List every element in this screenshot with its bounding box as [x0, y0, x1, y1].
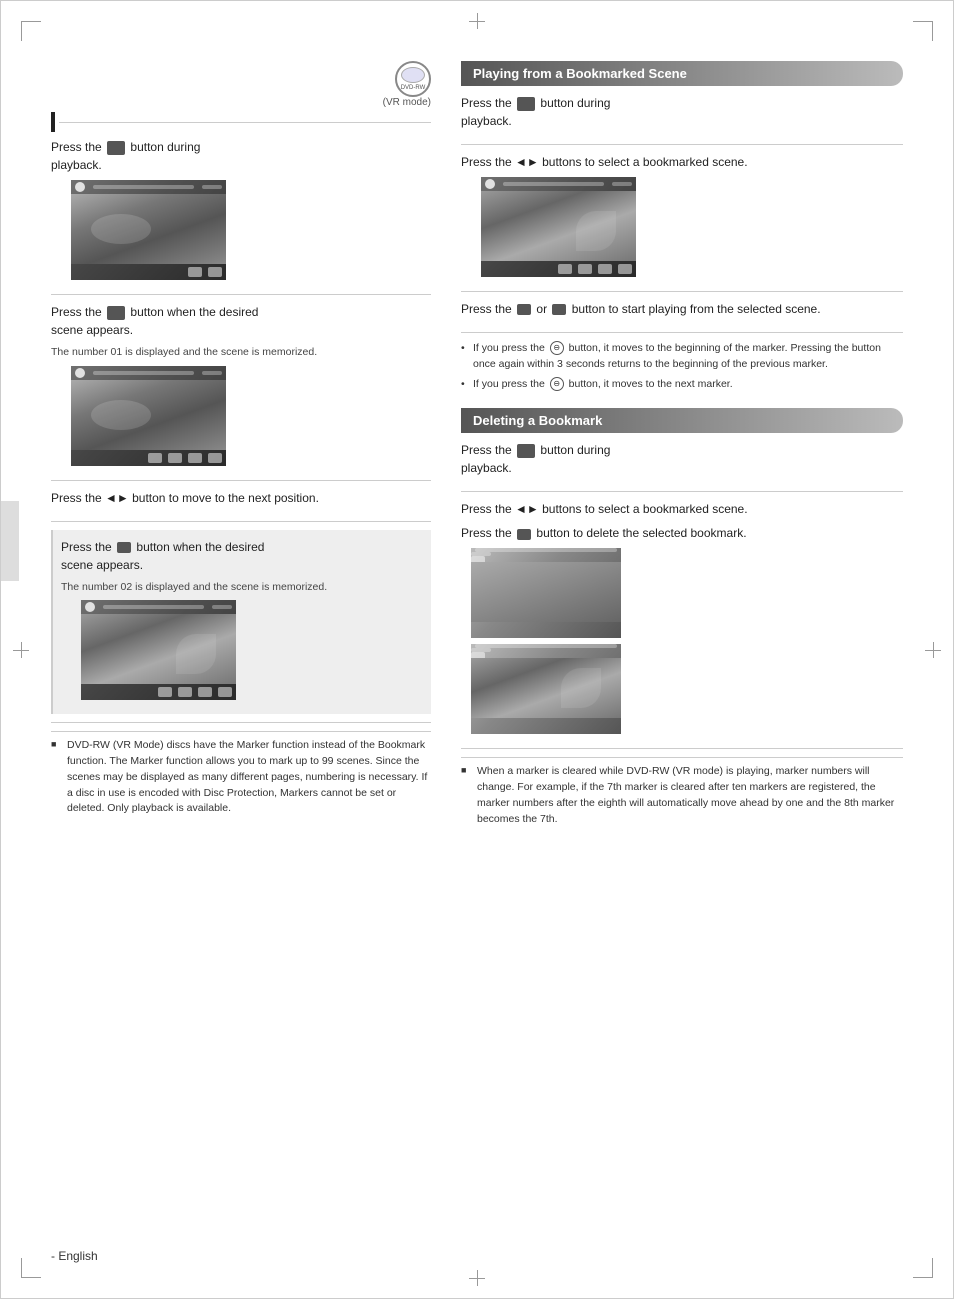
left-sidebar-tab — [1, 501, 19, 581]
delete-step1-text: Press the button during playback. — [461, 441, 903, 477]
screen-icon-r2 — [485, 179, 495, 189]
left-step1-block: Press the button during playback. — [51, 138, 431, 295]
r-button-icon-3a — [517, 304, 531, 315]
screen-btn-2a — [148, 453, 162, 463]
right-step1-text: Press the button during playback. — [461, 94, 903, 130]
left-step3-block: Press the ◄► button to move to the next … — [51, 489, 431, 522]
right-step3-block: Press the or button to start playing fro… — [461, 300, 903, 333]
screen-top-bar-r2 — [481, 177, 636, 191]
circle-icon-plus: ⊖ — [550, 377, 564, 391]
screen-top-bar-4 — [81, 600, 236, 614]
left-step1-text: Press the button during playback. — [51, 138, 431, 174]
screen-image-d2 — [471, 644, 621, 734]
screen-image-1 — [71, 180, 226, 280]
d-button-icon-1 — [517, 444, 535, 458]
screen-bottom-bar-1 — [71, 264, 226, 280]
screen-btn-r2d — [618, 264, 632, 274]
screen-btn-r2b — [578, 264, 592, 274]
screen-top-bar-d1 — [471, 548, 621, 556]
right-note-block: When a marker is cleared while DVD-RW (V… — [461, 757, 903, 827]
delete-step23-block: Press the ◄► buttons to select a bookmar… — [461, 500, 903, 749]
section-marker-bar — [51, 112, 55, 132]
right-step2-block: Press the ◄► buttons to select a bookmar… — [461, 153, 903, 292]
screen-image-2 — [71, 366, 226, 466]
birds-background-1 — [71, 194, 226, 264]
left-step3-text: Press the ◄► button to move to the next … — [51, 489, 431, 507]
right-bullet-2: If you press the ⊖ button, it moves to t… — [461, 377, 903, 393]
right-column: Playing from a Bookmarked Scene Press th… — [461, 61, 903, 831]
page: (VR mode) Press the button during playba… — [0, 0, 954, 1299]
left-step4-sub: The number 02 is displayed and the scene… — [61, 580, 423, 595]
screen-bottom-bar-4 — [81, 684, 236, 700]
delete-step1-block: Press the button during playback. — [461, 441, 903, 492]
screen-bottom-bar-r2 — [481, 261, 636, 277]
section1-header: Playing from a Bookmarked Scene — [461, 61, 903, 86]
button-icon-4 — [117, 542, 131, 553]
screen-btn-r2c — [598, 264, 612, 274]
screen-bottom-bar-2 — [71, 450, 226, 466]
left-step2-block: Press the button when the desired scene … — [51, 303, 431, 481]
vr-mode-label: (VR mode) — [51, 97, 431, 108]
delete-step3-text: Press the button to delete the selected … — [461, 524, 903, 542]
screen-btn-4d — [218, 687, 232, 697]
screen-btn-2b — [168, 453, 182, 463]
section2-header: Deleting a Bookmark — [461, 408, 903, 433]
delete-step2-text: Press the ◄► buttons to select a bookmar… — [461, 500, 903, 518]
right-step3-text: Press the or button to start playing fro… — [461, 300, 903, 318]
screen-top-bar-2 — [71, 366, 226, 380]
screen-image-4 — [81, 600, 236, 700]
screen-top-bar-1 — [71, 180, 226, 194]
r-button-icon-3b — [552, 304, 566, 315]
screen-btn-4a — [158, 687, 172, 697]
screen-btn-2c — [188, 453, 202, 463]
screen-btn-1a — [188, 267, 202, 277]
left-note-block: DVD-RW (VR Mode) discs have the Marker f… — [51, 731, 431, 817]
left-step2-sub: The number 01 is displayed and the scene… — [51, 345, 431, 360]
left-step4-block: Press the button when the desired scene … — [51, 530, 431, 724]
right-bullet-list: If you press the ⊖ button, it moves to t… — [461, 341, 903, 392]
right-center-cross — [925, 642, 941, 658]
bottom-center-cross — [469, 1270, 485, 1286]
butterfly-background-d2 — [471, 658, 621, 718]
top-center-cross — [469, 13, 485, 29]
screen-btn-2d — [208, 453, 222, 463]
screen-btn-r2a — [558, 264, 572, 274]
corner-mark-br — [913, 1258, 933, 1278]
right-step2-text: Press the ◄► buttons to select a bookmar… — [461, 153, 903, 171]
vr-mode-icon-wrap: (VR mode) — [51, 61, 431, 108]
r-button-icon-1 — [517, 97, 535, 111]
right-note-item: When a marker is cleared while DVD-RW (V… — [461, 764, 903, 827]
button-icon-2 — [107, 306, 125, 320]
birds-background-2 — [71, 380, 226, 450]
right-bullet-1: If you press the ⊖ button, it moves to t… — [461, 341, 903, 373]
left-step2-text: Press the button when the desired scene … — [51, 303, 431, 339]
screen-btn-4b — [178, 687, 192, 697]
left-step4-text: Press the button when the desired scene … — [61, 538, 423, 574]
screen-icon-1 — [75, 182, 85, 192]
screen-btn-4c — [198, 687, 212, 697]
corner-mark-bl — [21, 1258, 41, 1278]
footer-language: - English — [51, 1249, 98, 1263]
left-column: (VR mode) Press the button during playba… — [51, 61, 431, 831]
screen-btn-1b — [208, 267, 222, 277]
left-note-item: DVD-RW (VR Mode) discs have the Marker f… — [51, 738, 431, 817]
screen-icon-2 — [75, 368, 85, 378]
butterfly-background-4 — [81, 614, 236, 684]
d-button-icon-3 — [517, 529, 531, 540]
butterfly-background-r2 — [481, 191, 636, 261]
screen-image-d1 — [471, 548, 621, 638]
two-screens-block — [471, 548, 903, 734]
corner-mark-tl — [21, 21, 41, 41]
screen-icon-4 — [85, 602, 95, 612]
screen-image-r2 — [481, 177, 636, 277]
button-icon-1 — [107, 141, 125, 155]
circle-icon-minus: ⊖ — [550, 341, 564, 355]
left-center-cross — [13, 642, 29, 658]
corner-mark-tr — [913, 21, 933, 41]
screen-top-bar-d2 — [471, 644, 621, 652]
right-step1-block: Press the button during playback. — [461, 94, 903, 145]
dvd-rw-icon — [395, 61, 431, 97]
